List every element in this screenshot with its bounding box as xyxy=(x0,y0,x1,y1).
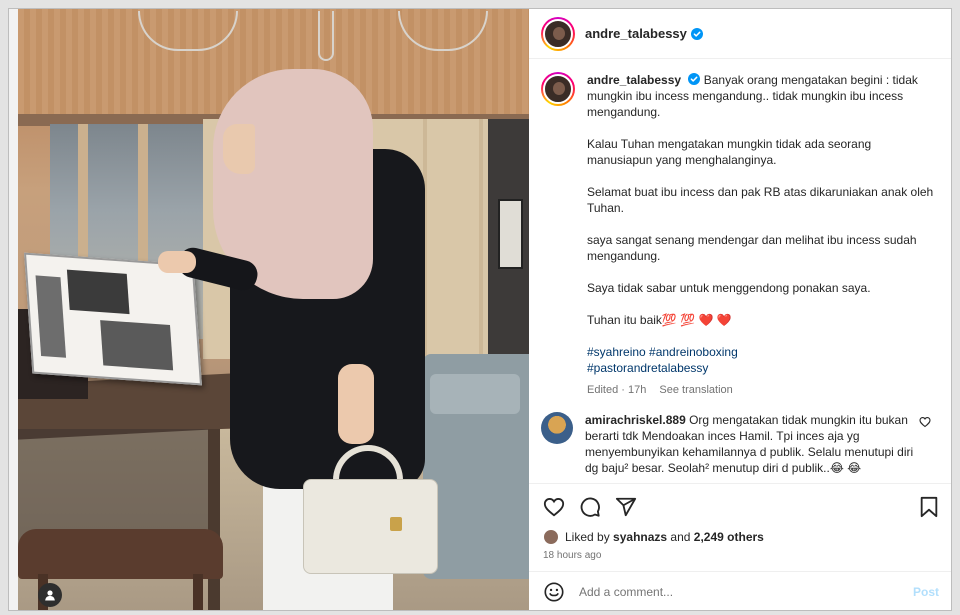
edited-timestamp: Edited · 17h xyxy=(587,384,647,396)
verified-badge-icon xyxy=(690,27,703,40)
caption-paragraph: saya sangat senang mendengar dan melihat… xyxy=(587,233,917,263)
photo-book-image xyxy=(66,269,130,315)
heart-icon xyxy=(543,497,565,516)
hashtag-link[interactable]: #syahreino #andreinoboxing xyxy=(587,344,937,360)
caption-paragraph: Kalau Tuhan mengatakan mungkin tidak ada… xyxy=(587,137,872,167)
caption-author-avatar-image xyxy=(543,74,573,104)
post-timestamp[interactable]: 18 hours ago xyxy=(543,550,601,561)
tagged-user-icon[interactable] xyxy=(38,583,62,607)
photo-chair xyxy=(18,529,223,579)
save-button[interactable] xyxy=(919,496,939,523)
comment-input[interactable] xyxy=(579,585,879,599)
caption-meta: Edited · 17h See translation xyxy=(587,382,937,398)
photo-table-leg xyxy=(208,429,220,610)
post-modal: andre_talabessy andre_talabessy Banyak o… xyxy=(8,8,952,611)
photo-hand xyxy=(158,251,196,273)
comment-text: amirachriskel.889 Org mengatakan tidak m… xyxy=(585,412,920,476)
caption-username[interactable]: andre_talabessy xyxy=(587,73,681,87)
photo-edge xyxy=(9,9,18,610)
like-button[interactable] xyxy=(543,496,565,518)
commenter-username[interactable]: amirachriskel.889 xyxy=(585,413,686,427)
emoji-icon[interactable] xyxy=(543,581,565,603)
likes-count-link[interactable]: 2,249 others xyxy=(694,530,764,544)
commenter-avatar[interactable] xyxy=(541,412,573,444)
user-icon xyxy=(45,590,55,601)
heart-icon[interactable] xyxy=(919,416,931,428)
see-translation-link[interactable]: See translation xyxy=(659,384,732,396)
add-comment-bar: Post xyxy=(529,571,951,610)
photo-bag-lock xyxy=(390,517,402,531)
caption-hashtags: #syahreino #andreinoboxing #pastorandret… xyxy=(587,344,937,376)
photo-book-image xyxy=(35,275,67,358)
photo-picture-frame xyxy=(498,199,523,269)
caption-paragraph: andre_talabessy Banyak orang mengatakan … xyxy=(587,72,937,120)
photo-book-image xyxy=(100,320,174,371)
comment-button[interactable] xyxy=(579,496,601,518)
post-comment-button[interactable]: Post xyxy=(913,585,939,599)
likes-and: and xyxy=(670,530,691,544)
likes-summary: Liked by syahnazs and 2,249 others xyxy=(543,529,764,545)
liker-username[interactable]: syahnazs xyxy=(613,530,667,544)
comments-scroll-area[interactable]: andre_talabessy Banyak orang mengatakan … xyxy=(529,60,951,476)
comment-item: amirachriskel.889 Org mengatakan tidak m… xyxy=(541,412,941,476)
likes-prefix: Liked by xyxy=(565,530,610,544)
caption-author-avatar[interactable] xyxy=(541,72,575,106)
caption-text: andre_talabessy Banyak orang mengatakan … xyxy=(587,72,937,398)
caption-paragraph: Selamat buat ibu incess dan pak RB atas … xyxy=(587,185,934,215)
photo-chair-leg xyxy=(193,574,203,610)
author-avatar[interactable] xyxy=(541,16,575,51)
post-actions xyxy=(529,483,951,529)
photo-lamp xyxy=(318,11,334,61)
author-avatar-image xyxy=(543,18,573,49)
post-photo[interactable] xyxy=(18,9,529,610)
send-icon xyxy=(615,497,637,516)
caption-paragraph: Tuhan itu baik💯 💯 ❤️ ❤️ xyxy=(587,313,732,327)
photo-handbag xyxy=(303,479,438,574)
liker-avatar[interactable] xyxy=(543,529,559,545)
comment-icon xyxy=(580,497,600,517)
photo-hand xyxy=(338,364,374,444)
caption: andre_talabessy Banyak orang mengatakan … xyxy=(541,72,941,398)
caption-paragraph: Saya tidak sabar untuk menggendong ponak… xyxy=(587,281,871,295)
post-header: andre_talabessy xyxy=(529,9,951,59)
verified-badge-icon xyxy=(688,73,701,85)
hashtag-link[interactable]: #pastorandretalabessy xyxy=(587,360,937,376)
share-button[interactable] xyxy=(615,496,637,518)
bookmark-icon xyxy=(920,496,938,518)
post-details-pane: andre_talabessy andre_talabessy Banyak o… xyxy=(529,9,951,610)
photo-sofa-arm xyxy=(430,374,520,414)
author-username[interactable]: andre_talabessy xyxy=(585,26,687,41)
photo-face xyxy=(223,124,255,174)
